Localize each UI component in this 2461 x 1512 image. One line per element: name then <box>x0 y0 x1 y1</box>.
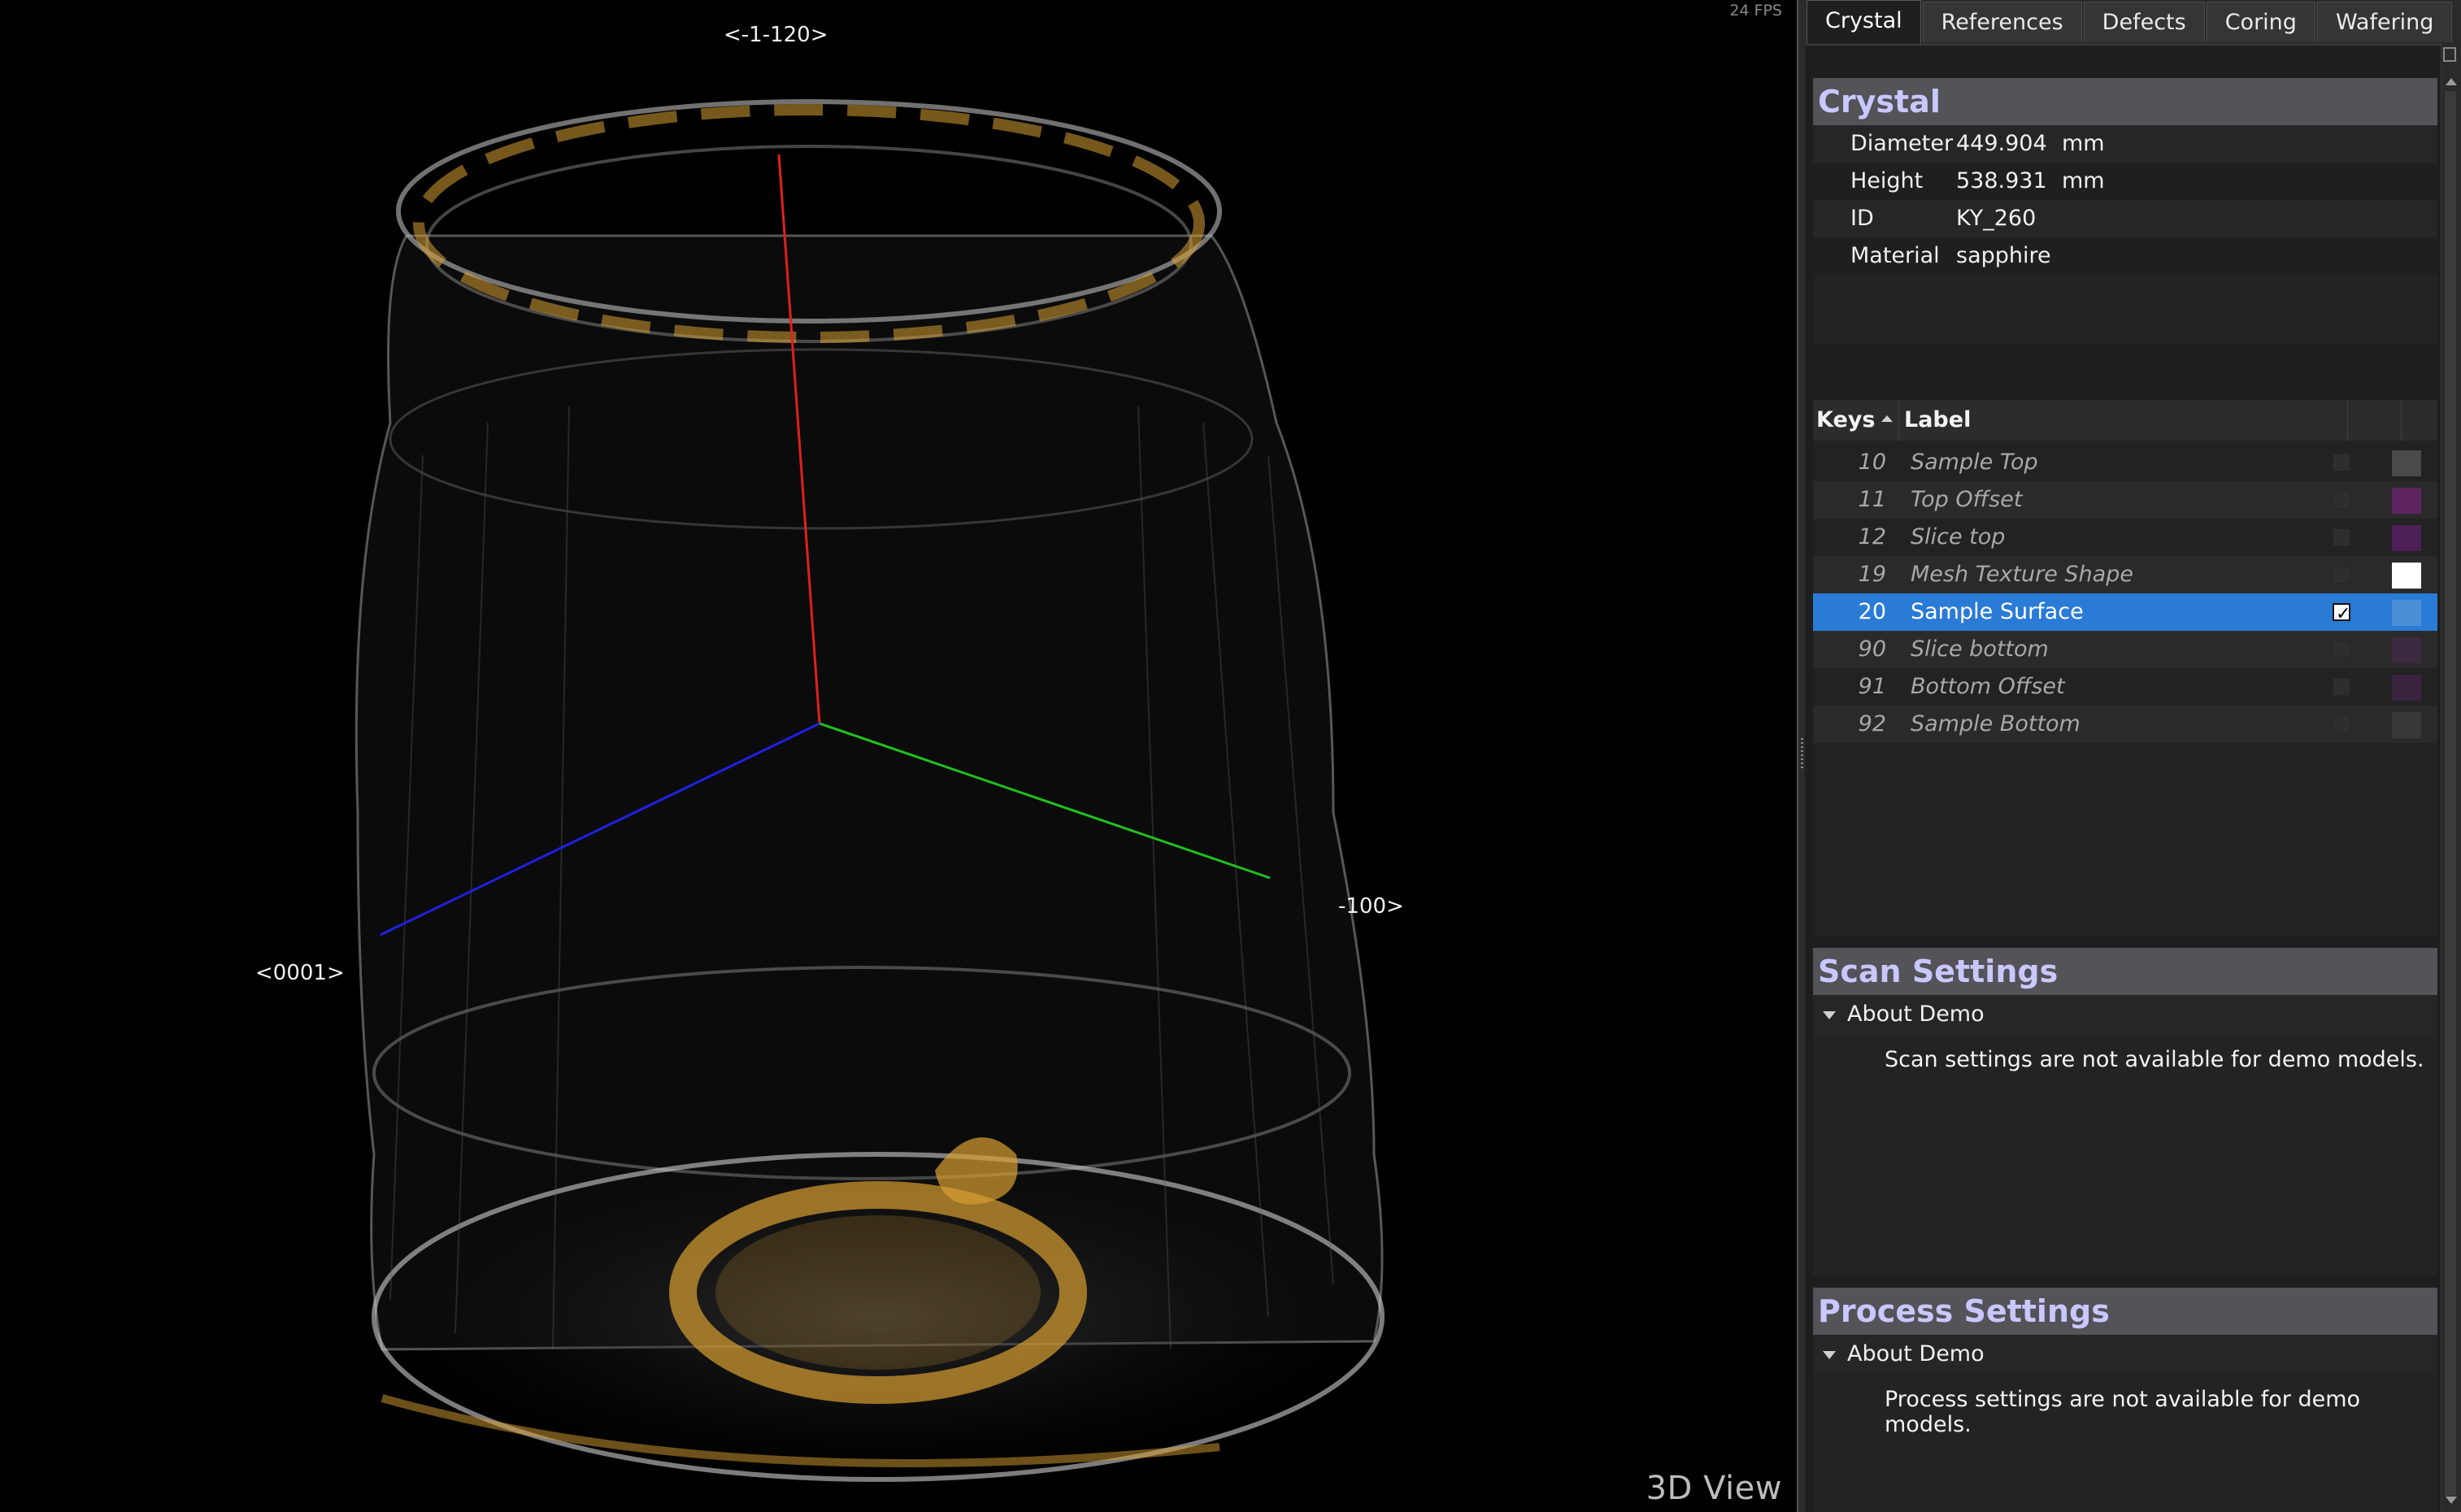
tab-defects[interactable]: Defects <box>2083 2 2205 42</box>
crystal-section-header[interactable]: Crystal <box>1813 78 2437 125</box>
process-settings-message: Process settings are not available for d… <box>1885 1387 2361 1437</box>
crystal-properties: Diameter 449.904 mm Height 538.931 mm ID… <box>1813 125 2437 345</box>
color-swatch[interactable] <box>2392 563 2421 589</box>
property-name: Material <box>1850 243 1940 268</box>
row-key: 90 <box>1858 637 1886 662</box>
table-row[interactable]: 91 Bottom Offset <box>1813 668 2437 706</box>
visibility-checkbox[interactable] <box>2333 715 2350 733</box>
row-label: Top Offset <box>1911 487 2023 512</box>
tab-coring[interactable]: Coring <box>2206 2 2315 42</box>
column-header-visible[interactable] <box>2348 400 2402 441</box>
table-row[interactable]: 11 Top Offset <box>1813 481 2437 519</box>
property-value: 449.904 <box>1956 131 2047 156</box>
property-row-height: Height 538.931 mm <box>1813 163 2437 200</box>
collapse-triangle-icon[interactable] <box>1823 1010 1836 1019</box>
sort-ascending-icon <box>1881 415 1894 422</box>
property-unit: mm <box>2062 168 2105 193</box>
row-label: Bottom Offset <box>1911 674 2065 699</box>
row-label: Sample Top <box>1911 450 2038 475</box>
row-label: Sample Bottom <box>1911 711 2081 736</box>
color-swatch[interactable] <box>2392 488 2421 514</box>
row-key: 11 <box>1858 487 1886 512</box>
visibility-checkbox[interactable] <box>2333 454 2350 471</box>
tab-references[interactable]: References <box>1922 2 2082 42</box>
column-header-color[interactable] <box>2402 400 2437 441</box>
column-header-keys[interactable]: Keys <box>1813 400 1899 441</box>
scrollbar-thumb[interactable] <box>2445 91 2456 1496</box>
column-header-label[interactable]: Label <box>1899 400 2348 441</box>
axis-label-left: <0001> <box>255 961 345 985</box>
3d-viewport[interactable]: <-1-120> <0001> -100> 24 FPS 3D View <box>0 0 1797 1512</box>
visibility-checkbox[interactable] <box>2333 491 2350 509</box>
color-swatch[interactable] <box>2392 450 2421 476</box>
property-name: Diameter <box>1850 131 1954 156</box>
row-key: 12 <box>1858 524 1886 550</box>
keys-table-header: Keys Label <box>1813 400 2437 441</box>
table-row[interactable]: 10 Sample Top <box>1813 444 2437 481</box>
row-label: Sample Surface <box>1911 599 2084 624</box>
color-swatch[interactable] <box>2392 525 2421 551</box>
property-name: Height <box>1850 168 1924 193</box>
panel-scrollbar[interactable] <box>2441 44 2461 1512</box>
property-row-diameter: Diameter 449.904 mm <box>1813 125 2437 163</box>
panel-content: Crystal Diameter 449.904 mm Height 538.9… <box>1813 44 2437 1512</box>
scroll-up-icon[interactable] <box>2446 78 2457 85</box>
property-value: sapphire <box>1956 243 2051 268</box>
splitter-grip-icon[interactable] <box>1801 738 1803 771</box>
bottom-defect-fill <box>715 1215 1041 1370</box>
property-value: KY_260 <box>1956 206 2037 231</box>
collapse-triangle-icon[interactable] <box>1823 1350 1836 1359</box>
visibility-checkbox[interactable] <box>2333 528 2350 546</box>
visibility-checkbox[interactable] <box>2333 641 2350 658</box>
tab-bar: Crystal References Defects Coring Waferi… <box>1805 0 2461 46</box>
axis-label-top: <-1-120> <box>724 23 828 47</box>
row-key: 91 <box>1858 674 1886 699</box>
color-swatch[interactable] <box>2392 600 2421 626</box>
restore-corner-icon[interactable] <box>2443 47 2456 62</box>
row-label: Slice bottom <box>1911 637 2049 662</box>
property-row-id: ID KY_260 <box>1813 200 2437 237</box>
property-row-material: Material sapphire <box>1813 237 2437 275</box>
table-row[interactable]: 19 Mesh Texture Shape <box>1813 556 2437 593</box>
property-value: 538.931 <box>1956 168 2047 193</box>
row-key: 19 <box>1858 562 1886 587</box>
column-keys-label: Keys <box>1816 407 1876 432</box>
process-group-label: About Demo <box>1847 1341 1985 1366</box>
property-name: ID <box>1850 206 1874 231</box>
fps-counter: 24 FPS <box>1729 2 1782 20</box>
row-key: 92 <box>1858 711 1886 736</box>
scroll-down-icon[interactable] <box>2446 1497 2457 1504</box>
scan-settings-message: Scan settings are not available for demo… <box>1885 1047 2424 1072</box>
tab-crystal[interactable]: Crystal <box>1807 0 1921 44</box>
row-label: Mesh Texture Shape <box>1911 562 2133 587</box>
table-row[interactable]: 12 Slice top <box>1813 519 2437 556</box>
axis-label-right: -100> <box>1338 894 1404 919</box>
table-row[interactable]: 90 Slice bottom <box>1813 631 2437 668</box>
row-key: 20 <box>1858 599 1886 624</box>
row-key: 10 <box>1858 450 1886 475</box>
row-label: Slice top <box>1911 524 2006 550</box>
color-swatch[interactable] <box>2392 675 2421 701</box>
scan-settings-body: About Demo Scan settings are not availab… <box>1813 995 2437 1276</box>
keys-table: Keys Label 10 Sample Top 11 Top Offset 12 Sli… <box>1813 400 2437 936</box>
table-row[interactable]: 92 Sample Bottom <box>1813 706 2437 743</box>
process-settings-header[interactable]: Process Settings <box>1813 1288 2437 1335</box>
properties-panel: Crystal References Defects Coring Waferi… <box>1805 0 2461 1512</box>
scan-settings-header[interactable]: Scan Settings <box>1813 948 2437 995</box>
scan-about-demo-group[interactable]: About Demo <box>1813 995 2437 1034</box>
view-title: 3D View <box>1646 1470 1782 1507</box>
process-about-demo-group[interactable]: About Demo <box>1813 1335 2437 1374</box>
scan-group-label: About Demo <box>1847 1001 1985 1027</box>
tab-wafering[interactable]: Wafering <box>2316 2 2453 42</box>
visibility-checkbox[interactable] <box>2333 596 2350 633</box>
color-swatch[interactable] <box>2392 712 2421 738</box>
visibility-checkbox[interactable] <box>2333 678 2350 696</box>
property-unit: mm <box>2062 131 2105 156</box>
color-swatch[interactable] <box>2392 637 2421 663</box>
point-cloud-scene[interactable] <box>0 0 1797 1512</box>
process-settings-body: About Demo Process settings are not avai… <box>1813 1335 2437 1512</box>
table-row[interactable]: 20 Sample Surface <box>1813 593 2437 633</box>
visibility-checkbox[interactable] <box>2333 566 2350 584</box>
